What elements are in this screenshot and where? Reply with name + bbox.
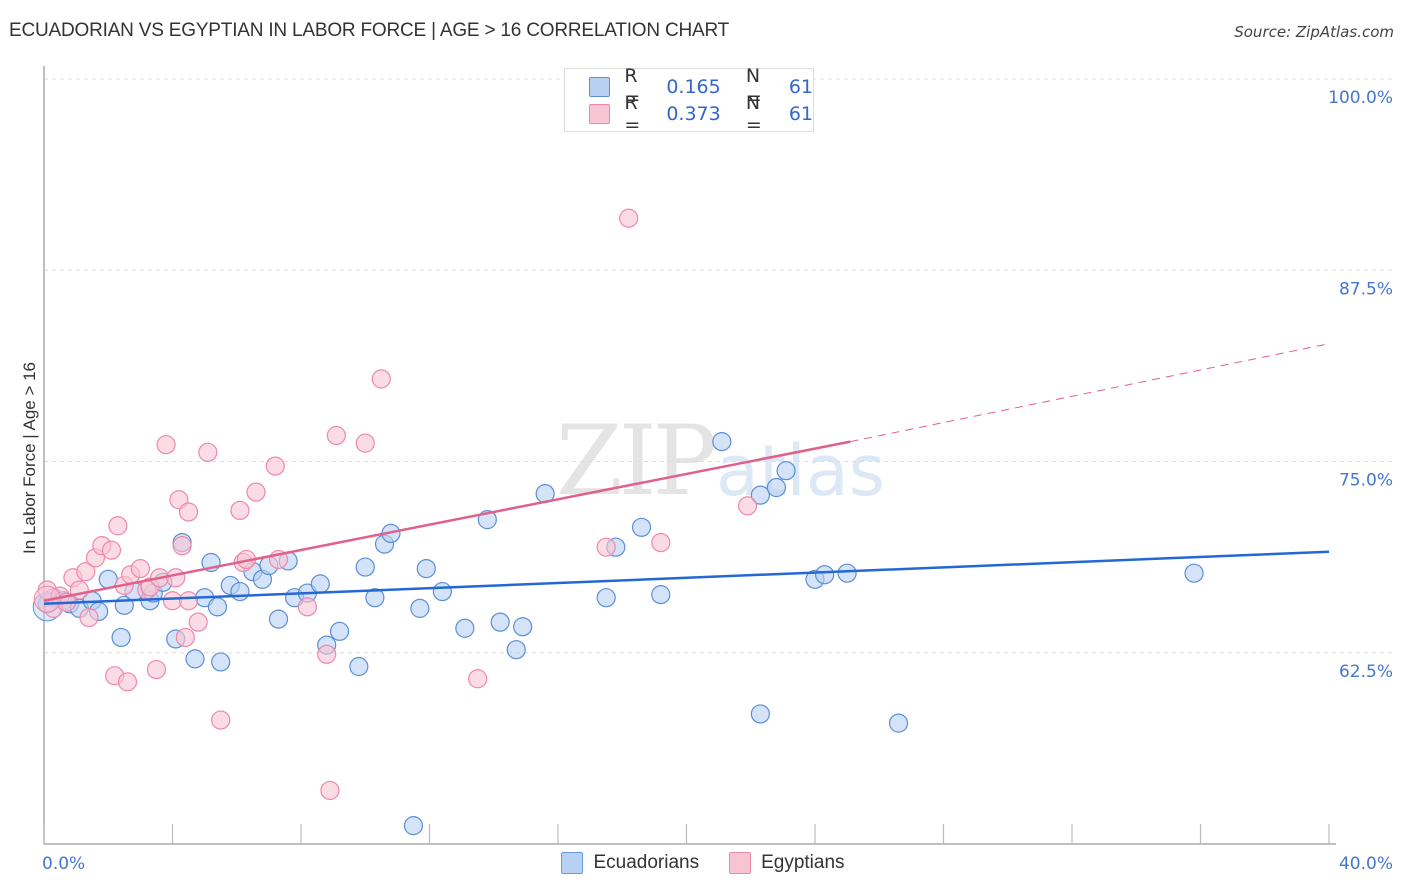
- egyptian-point: [108, 516, 128, 536]
- egyptian-point: [162, 591, 183, 611]
- egyptian-point: [69, 580, 89, 600]
- egyptian-point: [130, 558, 150, 579]
- series-legend: Ecuadorians Egyptians: [0, 852, 1406, 874]
- ecuadorian-point: [506, 640, 526, 660]
- y-tick-label: 87.5%: [1339, 279, 1393, 299]
- legend-row-egyptians: R = 0.373 N = 61: [589, 92, 814, 136]
- ecuadorian-point: [651, 585, 671, 605]
- ecuadorian-point: [211, 652, 231, 672]
- legend-item-ecuadorians[interactable]: Ecuadorians: [561, 852, 699, 874]
- egyptian-point: [265, 456, 285, 476]
- egyptian-point: [297, 597, 318, 617]
- ecuadorian-point: [631, 517, 652, 537]
- ecuadorian-point: [230, 581, 250, 602]
- egyptian-point: [198, 442, 218, 462]
- y-tick-label: 100.0%: [1328, 88, 1393, 108]
- egyptian-point: [101, 540, 122, 560]
- ecuadorian-point: [403, 816, 424, 836]
- y-axis-label: In Labor Force | Age > 16: [20, 362, 39, 554]
- ecuadorian-point: [432, 581, 452, 602]
- legend-r-value: 0.165: [666, 76, 721, 98]
- y-tick-label: 62.5%: [1339, 662, 1393, 682]
- ecuadorian-point: [766, 477, 787, 498]
- egyptian-point: [178, 591, 199, 611]
- legend-swatch-pink: [589, 104, 611, 124]
- ecuadorian-point: [268, 609, 289, 629]
- egyptian-point: [117, 672, 138, 692]
- egyptian-point: [651, 532, 671, 553]
- ecuadorian-point: [750, 704, 770, 724]
- legend-swatch-pink: [729, 852, 752, 874]
- ecuadorian-point: [490, 612, 510, 632]
- ecuadorian-point: [416, 558, 436, 579]
- legend-r-label: R =: [624, 92, 641, 136]
- ecuadorian-point: [355, 557, 375, 577]
- legend-r-value: 0.373: [666, 103, 721, 125]
- y-tick-label: 75.0%: [1339, 471, 1393, 491]
- ecuadorian-point: [349, 656, 369, 677]
- ecuadorian-point: [815, 565, 835, 585]
- egyptian-point: [175, 627, 195, 648]
- ecuadorian-point: [410, 598, 430, 618]
- legend-n-value: 61: [788, 103, 814, 125]
- ecuadorian-point: [455, 618, 475, 638]
- ecuadorian-point: [329, 621, 350, 641]
- legend-n-label: N =: [745, 92, 762, 136]
- egyptian-point: [317, 644, 337, 664]
- legend-label-egyptians: Egyptians: [761, 852, 845, 873]
- egyptian-point: [619, 208, 639, 228]
- legend-label-ecuadorians: Ecuadorians: [593, 852, 700, 873]
- axes: [43, 66, 1336, 845]
- egyptian-point: [211, 710, 231, 730]
- ecuadorian-point: [111, 627, 131, 648]
- egyptian-point: [355, 433, 375, 453]
- legend-swatch-blue: [589, 77, 611, 97]
- ecuadorian-point: [888, 713, 909, 733]
- egyptian-point: [79, 607, 99, 628]
- egyptian-point: [468, 669, 488, 689]
- ecuadorian-point: [776, 461, 796, 481]
- ecuadorian-point: [185, 649, 205, 669]
- ecuadorian-point: [1184, 563, 1204, 583]
- egyptians-points: [33, 208, 758, 801]
- ecuadorian-point: [310, 574, 330, 594]
- egyptian-point: [371, 369, 391, 389]
- egyptian-point: [230, 500, 250, 521]
- egyptian-point: [178, 502, 199, 522]
- ecuadorian-point: [207, 597, 228, 617]
- ecuadorians-points: [32, 432, 1204, 836]
- egyptian-trend-extension: [850, 343, 1330, 443]
- ecuadorian-point: [596, 588, 616, 608]
- egyptian-point: [326, 425, 346, 446]
- egyptian-point: [188, 612, 208, 632]
- egyptian-point: [246, 482, 266, 502]
- legend-item-egyptians[interactable]: Egyptians: [729, 852, 845, 874]
- egyptian-point: [156, 435, 176, 455]
- egyptian-point: [320, 780, 340, 801]
- egyptian-point: [737, 496, 758, 516]
- scatter-chart: 100.0%87.5%75.0%62.5%0.0% 40.0%In Labor F…: [20, 66, 1395, 874]
- egyptian-point: [172, 536, 192, 556]
- legend-n-value: 61: [788, 76, 814, 98]
- correlation-legend: R = 0.165 N = 61 R = 0.373 N = 61: [564, 65, 814, 136]
- ecuadorian-point: [513, 617, 533, 637]
- ecuadorian-point: [712, 432, 732, 452]
- ecuadorian-point: [837, 563, 857, 583]
- axis-labels: 100.0%87.5%75.0%62.5%0.0% 40.0%In Labor F…: [20, 88, 1393, 874]
- egyptian-point: [146, 659, 167, 680]
- egyptian-point: [166, 568, 186, 588]
- egyptian-point: [596, 537, 616, 557]
- legend-swatch-blue: [561, 852, 584, 874]
